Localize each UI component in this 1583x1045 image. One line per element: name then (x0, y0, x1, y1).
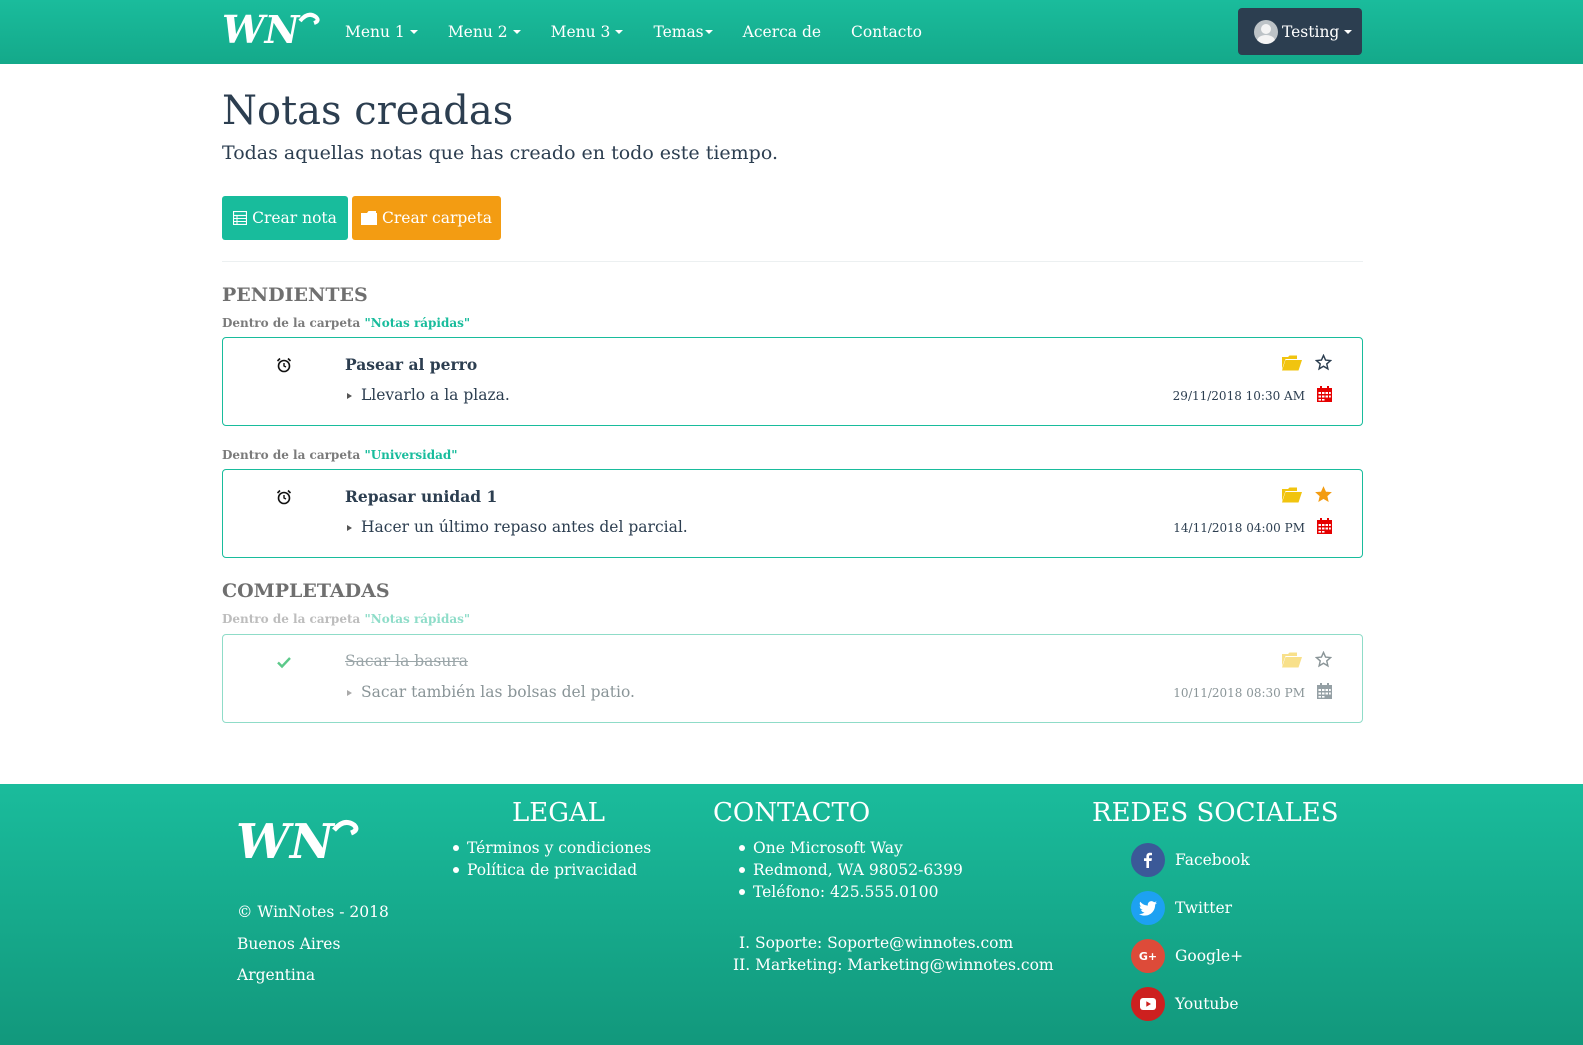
footer-social-title: REDES SOCIALES (1092, 798, 1339, 828)
folder-icon (361, 211, 378, 225)
contact-phone: Teléfono: 425.555.0100 (739, 881, 963, 903)
folder-label: Dentro de la carpeta "Universidad" (222, 448, 458, 462)
caret-right-icon (347, 393, 352, 399)
winnotes-logo[interactable]: WN (222, 9, 324, 49)
avatar (1254, 19, 1278, 44)
calendar-icon[interactable] (1317, 386, 1332, 402)
caret-down-icon (1344, 29, 1353, 34)
star-outline-icon[interactable] (1315, 651, 1332, 668)
footer-legal-list: Términos y condiciones Política de priva… (453, 837, 651, 881)
note-description: Llevarlo a la plaza. (361, 386, 510, 404)
alarm-clock-icon (276, 489, 292, 505)
section-title-completed: COMPLETADAS (222, 580, 390, 602)
create-note-button[interactable]: Crear nota (222, 196, 348, 240)
page-subtitle: Todas aquellas notas que has creado en t… (222, 142, 778, 164)
user-menu-button[interactable]: Testing (1238, 8, 1362, 55)
facebook-icon (1131, 843, 1165, 877)
google-plus-link[interactable]: G+ Google+ (1131, 939, 1243, 973)
contact-address: One Microsoft Way (739, 837, 963, 859)
create-folder-button[interactable]: Crear carpeta (352, 196, 501, 240)
calendar-icon[interactable] (1317, 683, 1332, 699)
twitter-link[interactable]: Twitter (1131, 891, 1232, 925)
footer-logo: WN (236, 816, 359, 866)
footer-country: Argentina (237, 966, 316, 984)
facebook-link[interactable]: Facebook (1131, 843, 1250, 877)
note-date: 29/11/2018 10:30 AM (1172, 389, 1305, 403)
folder-open-icon[interactable] (1282, 355, 1302, 371)
caret-down-icon (409, 30, 418, 34)
youtube-icon (1131, 987, 1165, 1021)
user-name: Testing (1282, 22, 1340, 41)
note-card[interactable]: Sacar la basura Sacar también las bolsas… (222, 634, 1363, 723)
page-title: Notas creadas (222, 88, 514, 134)
youtube-link[interactable]: Youtube (1131, 987, 1239, 1021)
footer-contact-title: CONTACTO (713, 798, 871, 828)
folder-label: Dentro de la carpeta "Notas rápidas" (222, 316, 471, 330)
footer-logo-text: WN (236, 816, 336, 866)
google-plus-icon: G+ (1131, 939, 1165, 973)
marketing-email[interactable]: II. Marketing: Marketing@winnotes.com (733, 954, 1054, 976)
footer: WN © WinNotes - 2018 Buenos Aires Argent… (0, 784, 1583, 1045)
folder-link[interactable]: "Notas rápidas" (364, 316, 470, 330)
nav-contacto[interactable]: Contacto (851, 23, 922, 41)
nav-acerca-de[interactable]: Acerca de (743, 23, 821, 41)
nav-menu-1[interactable]: Menu 1 (345, 23, 418, 41)
nav-menu-3[interactable]: Menu 3 (551, 23, 624, 41)
privacy-link[interactable]: Política de privacidad (453, 859, 651, 881)
terms-link[interactable]: Términos y condiciones (453, 837, 651, 859)
note-date: 14/11/2018 04:00 PM (1173, 521, 1305, 535)
star-outline-icon[interactable] (1315, 354, 1332, 371)
support-email[interactable]: I. Soporte: Soporte@winnotes.com (733, 932, 1054, 954)
note-date: 10/11/2018 08:30 PM (1173, 686, 1305, 700)
list-icon (233, 211, 248, 225)
note-description: Sacar también las bolsas del patio. (361, 683, 635, 701)
divider (222, 261, 1363, 262)
check-icon (277, 657, 291, 669)
note-card[interactable]: Repasar unidad 1 Hacer un último repaso … (222, 469, 1363, 558)
calendar-icon[interactable] (1317, 518, 1332, 534)
note-description: Hacer un último repaso antes del parcial… (361, 518, 688, 536)
nav-temas[interactable]: Temas (653, 23, 713, 41)
nav-menu-2[interactable]: Menu 2 (448, 23, 521, 41)
footer-legal-title: LEGAL (512, 798, 606, 828)
note-title: Repasar unidad 1 (345, 487, 498, 506)
folder-open-icon[interactable] (1282, 487, 1302, 503)
folder-link[interactable]: "Notas rápidas" (364, 612, 470, 626)
logo-text: WN (222, 9, 301, 49)
footer-contact-emails: I. Soporte: Soporte@winnotes.com II. Mar… (733, 932, 1054, 976)
alarm-clock-icon (276, 357, 292, 373)
note-title: Sacar la basura (345, 652, 468, 670)
caret-right-icon (347, 690, 352, 696)
section-title-pending: PENDIENTES (222, 284, 368, 306)
note-title: Pasear al perro (345, 355, 478, 374)
note-card[interactable]: Pasear al perro Llevarlo a la plaza. 29/… (222, 337, 1363, 426)
folder-link[interactable]: "Universidad" (364, 448, 457, 462)
twitter-icon (1131, 891, 1165, 925)
caret-down-icon (512, 30, 521, 34)
top-navbar: WN Menu 1 Menu 2 Menu 3 Temas Acerca de … (0, 0, 1583, 64)
folder-label: Dentro de la carpeta "Notas rápidas" (222, 612, 471, 626)
folder-open-icon[interactable] (1282, 652, 1302, 668)
footer-city: Buenos Aires (237, 935, 341, 953)
star-filled-icon[interactable] (1315, 486, 1332, 503)
caret-down-icon (615, 30, 624, 34)
caret-right-icon (347, 525, 352, 531)
footer-copyright: © WinNotes - 2018 (237, 903, 389, 921)
contact-city: Redmond, WA 98052-6399 (739, 859, 963, 881)
footer-contact-list: One Microsoft Way Redmond, WA 98052-6399… (739, 837, 963, 903)
caret-down-icon (704, 30, 713, 34)
